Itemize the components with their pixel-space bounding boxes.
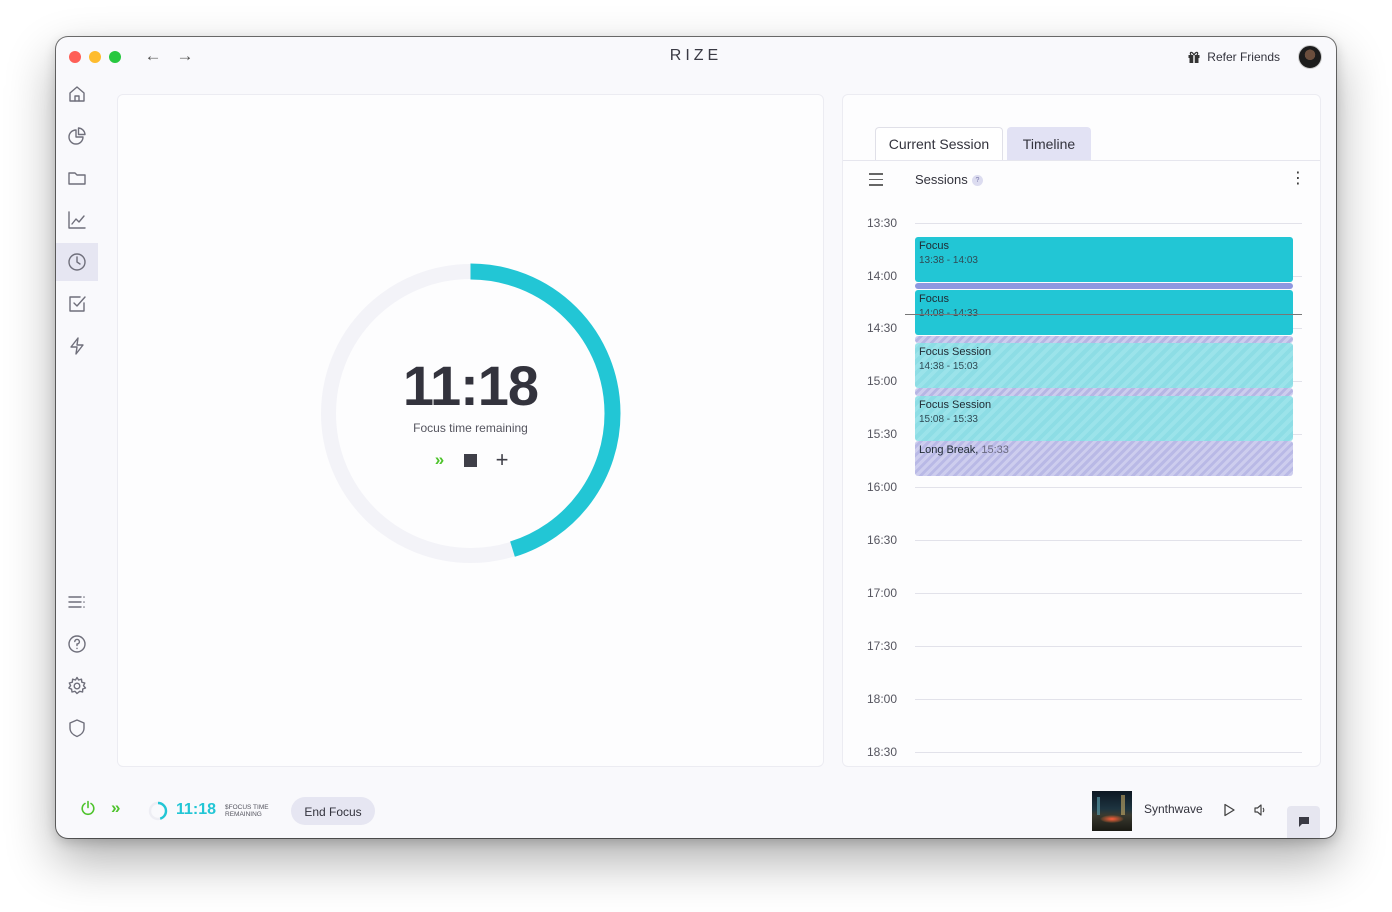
hour-label: 18:00 bbox=[867, 692, 898, 706]
gift-icon bbox=[1188, 51, 1200, 63]
hour-label: 17:00 bbox=[867, 586, 898, 600]
chat-icon bbox=[1298, 817, 1309, 827]
shield-icon[interactable] bbox=[56, 709, 98, 747]
stop-icon bbox=[463, 453, 477, 467]
mini-progress-ring bbox=[148, 801, 168, 821]
session-title: Focus Session bbox=[919, 346, 992, 358]
hour-line bbox=[915, 752, 1302, 753]
hour-label: 16:00 bbox=[867, 480, 898, 494]
pie-chart-icon[interactable] bbox=[56, 117, 98, 155]
chat-button[interactable] bbox=[1287, 806, 1320, 838]
app-window: ← → RIZE Refer Friends 11:18 Focus time … bbox=[56, 37, 1336, 838]
hour-line bbox=[915, 699, 1302, 700]
album-art bbox=[1092, 791, 1132, 831]
hour-line bbox=[915, 646, 1302, 647]
break-block[interactable]: Long Break, 15:33 bbox=[915, 441, 1293, 476]
hour-label: 15:00 bbox=[867, 374, 898, 388]
list-icon[interactable] bbox=[56, 583, 98, 621]
avatar[interactable] bbox=[1298, 45, 1322, 69]
power-icon[interactable] bbox=[80, 800, 96, 816]
break-gap bbox=[915, 336, 1293, 343]
sessions-label: Sessions bbox=[915, 172, 968, 187]
clock-icon[interactable] bbox=[56, 243, 98, 281]
hour-label: 15:30 bbox=[867, 427, 898, 441]
folder-icon[interactable] bbox=[56, 159, 98, 197]
timer-display: 11:18 bbox=[402, 354, 539, 417]
hour-line bbox=[915, 540, 1302, 541]
hour-line bbox=[915, 223, 1302, 224]
end-focus-button[interactable]: End Focus bbox=[291, 797, 375, 825]
settings-icon[interactable] bbox=[56, 667, 98, 705]
session-block[interactable]: Focus Session 15:08 - 15:33 bbox=[915, 396, 1293, 441]
checkbox-icon[interactable] bbox=[56, 285, 98, 323]
volume-icon[interactable] bbox=[1253, 803, 1267, 817]
session-block[interactable]: Focus Session 14:38 - 15:03 bbox=[915, 343, 1293, 388]
break-gap bbox=[915, 283, 1293, 289]
hour-label: 14:30 bbox=[867, 321, 898, 335]
refer-friends-label: Refer Friends bbox=[1207, 50, 1280, 64]
lightning-icon[interactable] bbox=[56, 327, 98, 365]
bottom-timer-label: $FOCUS TIME REMAINING bbox=[225, 804, 269, 818]
tab-timeline[interactable]: Timeline bbox=[1007, 127, 1091, 160]
session-title: Focus bbox=[919, 293, 949, 305]
sessions-help-icon[interactable]: ? bbox=[972, 175, 983, 186]
help-icon[interactable] bbox=[56, 625, 98, 663]
session-time: 13:38 - 14:03 bbox=[919, 255, 978, 266]
play-icon[interactable] bbox=[1222, 803, 1236, 817]
bottom-bar: » 11:18 $FOCUS TIME REMAINING End Focus … bbox=[56, 783, 1336, 838]
session-title: Focus Session bbox=[919, 399, 992, 411]
break-title: Long Break bbox=[919, 444, 976, 456]
app-title: RIZE bbox=[669, 47, 723, 64]
timer-panel: 11:18 Focus time remaining » + bbox=[117, 94, 824, 767]
hour-label: 14:00 bbox=[867, 269, 898, 283]
session-block[interactable]: Focus 13:38 - 14:03 bbox=[915, 237, 1293, 282]
session-time: 14:38 - 15:03 bbox=[919, 361, 978, 372]
title-bar: ← → RIZE Refer Friends bbox=[56, 37, 1336, 75]
trend-chart-icon[interactable] bbox=[56, 201, 98, 239]
bottom-timer: 11:18 bbox=[176, 801, 217, 818]
skip-icon[interactable]: » bbox=[111, 798, 121, 818]
timer-subtitle: Focus time remaining bbox=[413, 421, 528, 435]
tab-current-session[interactable]: Current Session bbox=[875, 127, 1003, 160]
stop-button[interactable] bbox=[460, 450, 480, 470]
refer-friends-button[interactable]: Refer Friends bbox=[1187, 50, 1280, 64]
skip-icon: » bbox=[434, 450, 445, 469]
skip-button[interactable]: » bbox=[428, 450, 448, 470]
menu-icon[interactable] bbox=[869, 173, 883, 190]
home-icon[interactable] bbox=[56, 75, 98, 113]
break-gap bbox=[915, 388, 1293, 396]
hour-label: 18:30 bbox=[867, 745, 898, 759]
more-options-icon[interactable]: ⋮ bbox=[1290, 171, 1306, 187]
add-time-button[interactable]: + bbox=[492, 447, 512, 472]
break-time: 15:33 bbox=[981, 444, 1009, 456]
sidebar bbox=[56, 75, 98, 783]
plus-icon: + bbox=[495, 447, 509, 472]
track-title: Synthwave bbox=[1144, 802, 1203, 816]
hour-label: 17:30 bbox=[867, 639, 898, 653]
hour-line bbox=[915, 593, 1302, 594]
session-time: 15:08 - 15:33 bbox=[919, 414, 978, 425]
hour-label: 13:30 bbox=[867, 216, 898, 230]
tab-divider bbox=[843, 160, 1320, 161]
hour-line bbox=[915, 487, 1302, 488]
session-block[interactable]: Focus 14:08 - 14:33 bbox=[915, 290, 1293, 335]
current-time-line bbox=[905, 314, 1302, 315]
session-title: Focus bbox=[919, 240, 949, 252]
hour-label: 16:30 bbox=[867, 533, 898, 547]
timeline-panel: Current Session Timeline Sessions ? ⋮ 13… bbox=[842, 94, 1321, 767]
